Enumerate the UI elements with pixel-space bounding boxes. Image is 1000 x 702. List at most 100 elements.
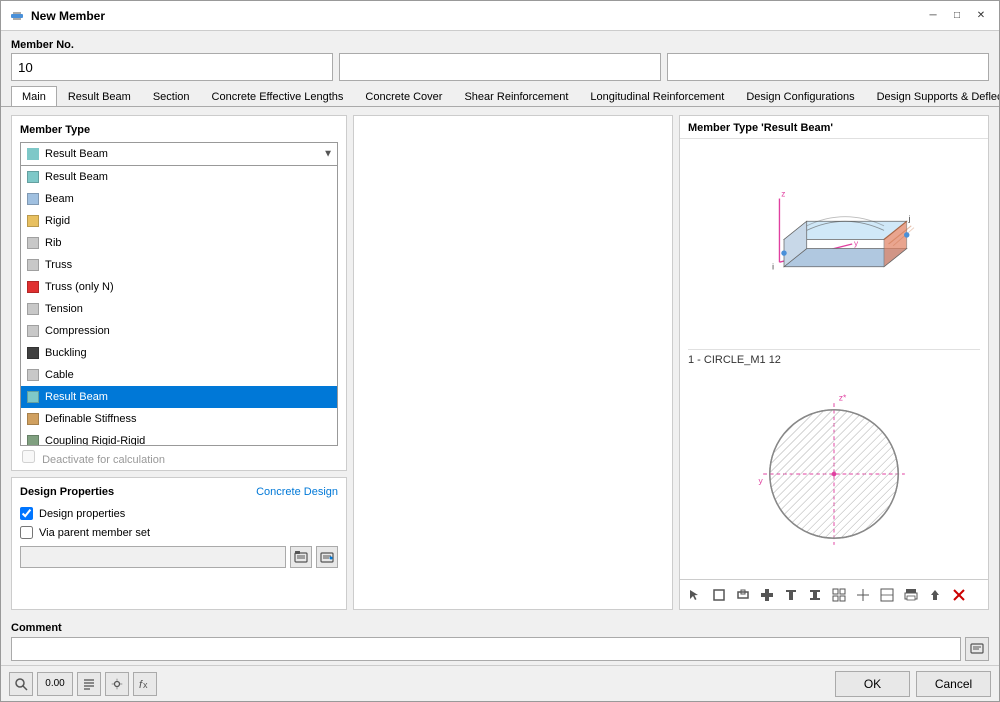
dropdown-item[interactable]: Definable Stiffness — [21, 408, 337, 430]
svg-text:x: x — [143, 680, 148, 690]
dropdown-item[interactable]: Beam — [21, 188, 337, 210]
settings-tool-btn[interactable] — [105, 672, 129, 696]
comment-input[interactable] — [11, 637, 961, 661]
comment-section: Comment — [1, 618, 999, 665]
item-label: Beam — [45, 193, 74, 205]
close-button[interactable]: ✕ — [971, 7, 991, 25]
search-tool-btn[interactable] — [9, 672, 33, 696]
selected-color-dot — [27, 148, 39, 160]
member-no-group: Member No. — [11, 39, 333, 81]
rp-arrow-btn[interactable] — [924, 584, 946, 606]
tab-concrete-eff[interactable]: Concrete Effective Lengths — [201, 86, 355, 107]
search-icon — [14, 677, 28, 691]
rp-print-btn[interactable] — [900, 584, 922, 606]
browse-btn-2[interactable] — [316, 546, 338, 568]
item-label: Result Beam — [45, 391, 108, 403]
section-visualization: z* y — [680, 370, 988, 580]
color-swatch — [27, 369, 39, 381]
comment-btn-1[interactable] — [965, 637, 989, 661]
field2-group — [339, 39, 661, 81]
dropdown-item[interactable]: Truss (only N) — [21, 276, 337, 298]
deactivate-label: Deactivate for calculation — [22, 450, 165, 470]
rp-select-btn[interactable] — [684, 584, 706, 606]
tab-design-supports[interactable]: Design Supports & Deflection — [866, 86, 999, 107]
color-swatch — [27, 193, 39, 205]
action-buttons: OK Cancel — [835, 671, 991, 697]
title-bar: New Member ─ □ ✕ — [1, 1, 999, 31]
settings-icon — [110, 677, 124, 691]
item-label: Coupling Rigid-Rigid — [45, 435, 145, 446]
list-tool-btn[interactable] — [77, 672, 101, 696]
dropdown-item[interactable]: Truss — [21, 254, 337, 276]
member-type-dropdown[interactable]: Result Beam ▼ — [20, 142, 338, 166]
tab-main[interactable]: Main — [11, 86, 57, 107]
dropdown-item[interactable]: Rib — [21, 232, 337, 254]
design-text-input[interactable] — [20, 546, 286, 568]
window-title: New Member — [31, 9, 923, 23]
rp-close-btn[interactable] — [948, 584, 970, 606]
member-type-title: Member Type — [20, 124, 338, 136]
dropdown-item-selected[interactable]: Result Beam — [21, 386, 337, 408]
cancel-button[interactable]: Cancel — [916, 671, 991, 697]
minimize-button[interactable]: ─ — [923, 7, 943, 25]
main-window: New Member ─ □ ✕ Member No. Main Resu — [0, 0, 1000, 702]
dropdown-item[interactable]: Tension — [21, 298, 337, 320]
parent-member-label: Via parent member set — [39, 527, 150, 539]
formula-tool-btn[interactable]: f x — [133, 672, 157, 696]
dropdown-item[interactable]: Coupling Rigid-Rigid — [21, 430, 337, 446]
concrete-design-link[interactable]: Concrete Design — [256, 486, 338, 498]
tab-design-config[interactable]: Design Configurations — [735, 86, 865, 107]
browse-btn-1[interactable] — [290, 546, 312, 568]
tab-section[interactable]: Section — [142, 86, 201, 107]
item-label: Truss (only N) — [45, 281, 114, 293]
comment-label: Comment — [11, 622, 989, 634]
dropdown-item[interactable]: Compression — [21, 320, 337, 342]
rp-i-btn[interactable] — [804, 584, 826, 606]
dropdown-arrow-icon: ▼ — [323, 149, 333, 160]
rp-rect-btn[interactable] — [708, 584, 730, 606]
field2-input[interactable] — [339, 53, 661, 81]
tab-long-reinf[interactable]: Longitudinal Reinforcement — [579, 86, 735, 107]
section-label: 1 - CIRCLE_M1 12 — [680, 350, 988, 370]
tab-shear-reinf[interactable]: Shear Reinforcement — [453, 86, 579, 107]
bottom-bar: 0.00 — [1, 665, 999, 701]
rp-grid-btn[interactable] — [828, 584, 850, 606]
right-panel-toolbar — [680, 579, 988, 609]
selected-label: Result Beam — [45, 148, 108, 160]
rp-rect2-btn[interactable] — [732, 584, 754, 606]
maximize-button[interactable]: □ — [947, 7, 967, 25]
color-swatch — [27, 215, 39, 227]
dropdown-item[interactable]: Rigid — [21, 210, 337, 232]
rp-grid2-btn[interactable] — [852, 584, 874, 606]
ok-button[interactable]: OK — [835, 671, 910, 697]
right-panel: Member Type 'Result Beam' z y — [679, 115, 989, 610]
rp-cross-btn[interactable] — [756, 584, 778, 606]
dropdown-item[interactable]: Result Beam — [21, 166, 337, 188]
beam-visualization: z y — [680, 139, 988, 349]
window-controls: ─ □ ✕ — [923, 7, 991, 25]
header-section: Member No. — [1, 31, 999, 85]
design-props-header: Design Properties Concrete Design — [20, 486, 338, 498]
numeric-tool-btn[interactable]: 0.00 — [37, 672, 73, 696]
rp-grid3-btn[interactable] — [876, 584, 898, 606]
color-swatch — [27, 391, 39, 403]
member-no-input[interactable] — [11, 53, 333, 81]
design-props-checkbox-label: Design properties — [39, 508, 125, 520]
dropdown-item[interactable]: Buckling — [21, 342, 337, 364]
svg-text:z*: z* — [839, 393, 847, 403]
design-props-checkbox[interactable] — [20, 507, 33, 520]
browse-icon-1 — [294, 550, 308, 564]
design-props-checkbox-row: Design properties — [20, 504, 338, 523]
field3-input[interactable] — [667, 53, 989, 81]
tab-result-beam[interactable]: Result Beam — [57, 86, 142, 107]
svg-text:j: j — [908, 214, 911, 223]
rp-t-btn[interactable] — [780, 584, 802, 606]
content-area: Member Type Result Beam ▼ Result Beam — [1, 107, 999, 618]
field2-label — [339, 39, 661, 51]
dropdown-item[interactable]: Cable — [21, 364, 337, 386]
svg-text:y: y — [854, 239, 859, 248]
parent-member-checkbox[interactable] — [20, 526, 33, 539]
tab-concrete-cover[interactable]: Concrete Cover — [354, 86, 453, 107]
tabs-bar: Main Result Beam Section Concrete Effect… — [1, 85, 999, 107]
deactivate-checkbox[interactable] — [22, 450, 35, 463]
